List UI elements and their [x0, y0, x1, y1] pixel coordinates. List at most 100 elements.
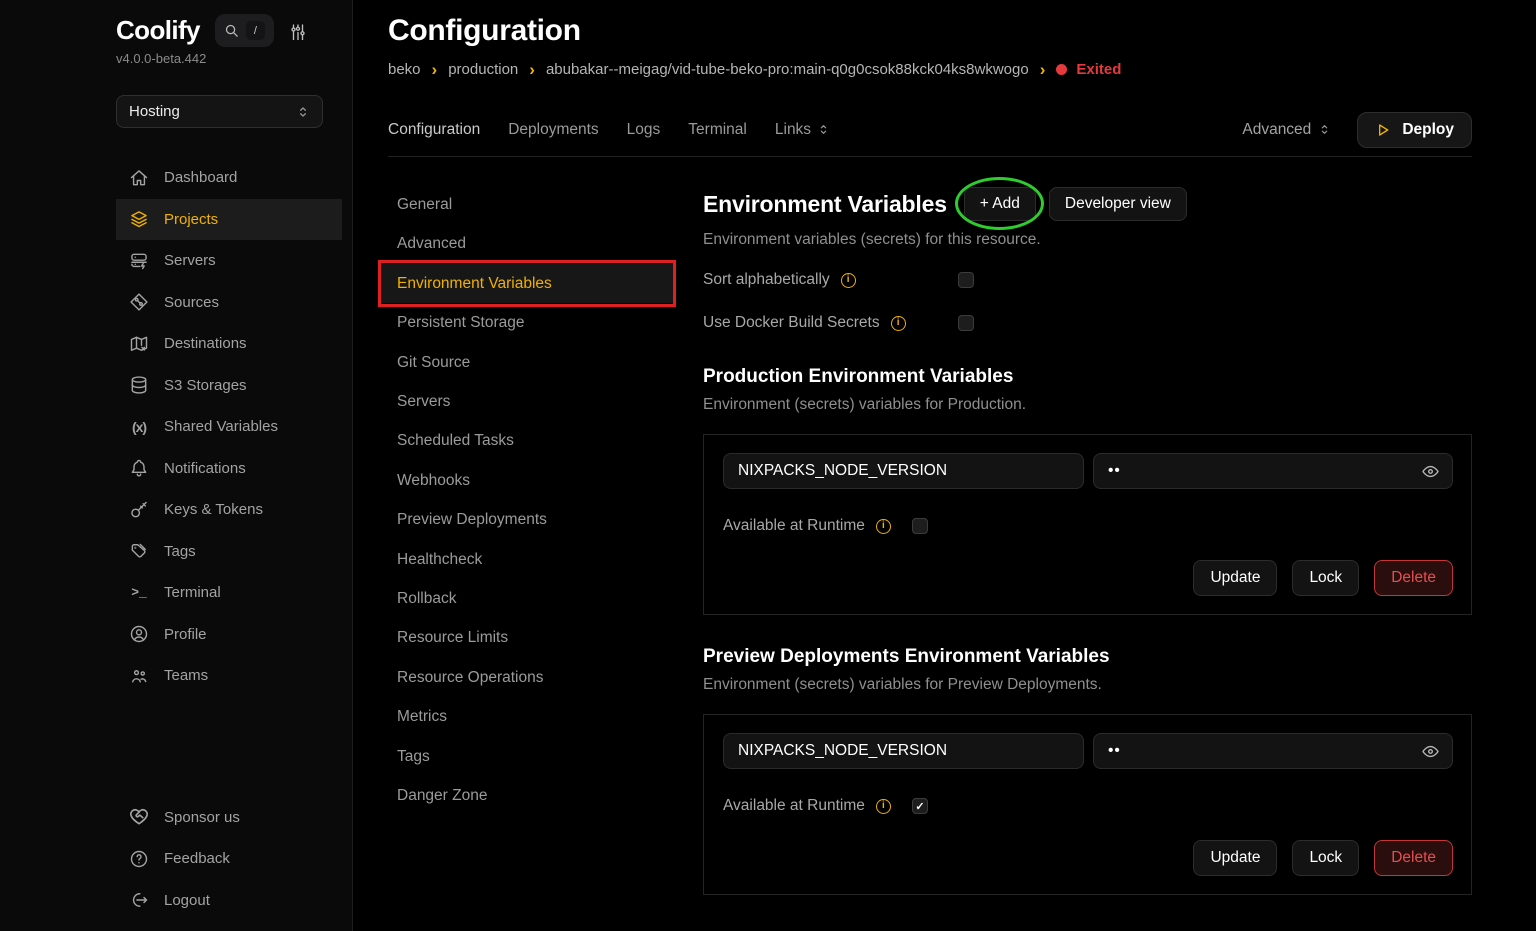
info-icon[interactable]: i	[876, 799, 891, 814]
info-icon[interactable]: i	[876, 519, 891, 534]
tab-logs[interactable]: Logs	[627, 121, 661, 139]
sidebar-item-logout[interactable]: Logout	[116, 880, 342, 922]
main-content: Configuration beko › production › abubak…	[353, 0, 1536, 931]
tab-deployments[interactable]: Deployments	[508, 121, 598, 139]
subnav-label: Advanced	[397, 235, 466, 252]
tab-links[interactable]: Links	[775, 121, 830, 139]
eye-icon	[1421, 742, 1440, 761]
settings-subnav: General Advanced Environment Variables P…	[381, 185, 673, 816]
subnav-item-metrics[interactable]: Metrics	[381, 697, 673, 736]
subnav-label: Git Source	[397, 354, 470, 371]
sidebar-item-profile[interactable]: Profile	[116, 614, 342, 656]
git-source-icon	[129, 292, 149, 312]
info-icon[interactable]: i	[841, 273, 856, 288]
variable-name-input[interactable]	[723, 453, 1084, 489]
update-button[interactable]: Update	[1193, 840, 1277, 876]
sort-alphabetically-checkbox[interactable]	[958, 272, 974, 288]
tabbar: Configuration Deployments Logs Terminal …	[388, 118, 1472, 157]
variable-value-input[interactable]	[1093, 733, 1453, 769]
sidebar-item-shared-variables[interactable]: (x) Shared Variables	[116, 406, 342, 448]
team-select[interactable]: Hosting	[116, 95, 323, 128]
sidebar-item-label: Projects	[164, 211, 218, 228]
reveal-value-button[interactable]	[1421, 733, 1440, 769]
subnav-item-persistent-storage[interactable]: Persistent Storage	[381, 303, 673, 342]
chevron-updown-icon	[817, 123, 830, 136]
sidebar-item-keys-tokens[interactable]: Keys & Tokens	[116, 489, 342, 531]
tab-terminal[interactable]: Terminal	[688, 121, 747, 139]
sidebar-item-sponsor-us[interactable]: Sponsor us	[116, 797, 342, 839]
subnav-item-servers[interactable]: Servers	[381, 382, 673, 421]
add-variable-button[interactable]: + Add	[964, 187, 1036, 221]
sidebar-item-label: Notifications	[164, 460, 246, 477]
home-icon	[129, 168, 149, 188]
subnav-item-webhooks[interactable]: Webhooks	[381, 461, 673, 500]
subnav-item-resource-operations[interactable]: Resource Operations	[381, 658, 673, 697]
subnav-item-tags[interactable]: Tags	[381, 737, 673, 776]
chevron-updown-icon	[296, 105, 310, 119]
sidebar-item-projects[interactable]: Projects	[116, 199, 342, 241]
settings-sliders-icon[interactable]	[289, 22, 307, 40]
breadcrumb-environment[interactable]: production	[448, 61, 518, 78]
play-icon	[1375, 122, 1391, 138]
sidebar-item-label: Logout	[164, 892, 210, 909]
sidebar-item-label: Tags	[164, 543, 196, 560]
terminal-icon: >_	[129, 583, 149, 603]
sidebar-item-servers[interactable]: Servers	[116, 240, 342, 282]
deploy-button-label: Deploy	[1402, 121, 1454, 139]
subnav-item-environment-variables[interactable]: Environment Variables	[381, 264, 673, 303]
lock-button[interactable]: Lock	[1292, 840, 1359, 876]
info-icon[interactable]: i	[891, 316, 906, 331]
tab-label: Terminal	[688, 121, 747, 139]
chevron-updown-icon	[1318, 123, 1331, 136]
docker-build-secrets-checkbox[interactable]	[958, 315, 974, 331]
lock-button[interactable]: Lock	[1292, 560, 1359, 596]
sidebar-item-dashboard[interactable]: Dashboard	[116, 157, 342, 199]
subnav-item-scheduled-tasks[interactable]: Scheduled Tasks	[381, 421, 673, 460]
subnav-item-danger-zone[interactable]: Danger Zone	[381, 776, 673, 815]
subnav-item-git-source[interactable]: Git Source	[381, 343, 673, 382]
sidebar-item-label: Servers	[164, 252, 216, 269]
developer-view-button[interactable]: Developer view	[1049, 187, 1187, 221]
available-at-runtime-checkbox[interactable]	[912, 518, 928, 534]
sidebar-item-terminal[interactable]: >_ Terminal	[116, 572, 342, 614]
sidebar-item-tags[interactable]: Tags	[116, 531, 342, 573]
sidebar-item-sources[interactable]: Sources	[116, 282, 342, 324]
delete-button[interactable]: Delete	[1374, 840, 1453, 876]
sidebar-item-teams[interactable]: Teams	[116, 655, 342, 697]
search-icon	[224, 23, 239, 38]
delete-button[interactable]: Delete	[1374, 560, 1453, 596]
subnav-item-preview-deployments[interactable]: Preview Deployments	[381, 500, 673, 539]
sidebar-item-destinations[interactable]: Destinations	[116, 323, 342, 365]
env-variables-title: Environment Variables	[703, 191, 947, 218]
subnav-label: Metrics	[397, 708, 447, 725]
subnav-label: Resource Operations	[397, 669, 543, 686]
available-at-runtime-checkbox[interactable]	[912, 798, 928, 814]
sidebar-item-label: Keys & Tokens	[164, 501, 263, 518]
heart-handshake-icon	[129, 807, 149, 827]
subnav-item-rollback[interactable]: Rollback	[381, 579, 673, 618]
subnav-item-advanced[interactable]: Advanced	[381, 224, 673, 263]
tab-configuration[interactable]: Configuration	[388, 121, 480, 139]
advanced-dropdown[interactable]: Advanced	[1242, 121, 1331, 139]
sidebar-item-s3-storages[interactable]: S3 Storages	[116, 365, 342, 407]
sidebar-item-feedback[interactable]: Feedback	[116, 838, 342, 880]
variable-name-input[interactable]	[723, 733, 1084, 769]
reveal-value-button[interactable]	[1421, 453, 1440, 489]
search-button[interactable]: /	[215, 14, 274, 47]
chevron-right-icon: ›	[1040, 61, 1046, 78]
eye-icon	[1421, 462, 1440, 481]
variable-value-input[interactable]	[1093, 453, 1453, 489]
subnav-item-general[interactable]: General	[381, 185, 673, 224]
sidebar-item-notifications[interactable]: Notifications	[116, 448, 342, 490]
environment-variables-panel: Environment Variables + Add Developer vi…	[703, 185, 1472, 895]
subnav-label: Environment Variables	[397, 275, 552, 292]
subnav-item-healthcheck[interactable]: Healthcheck	[381, 540, 673, 579]
subnav-item-resource-limits[interactable]: Resource Limits	[381, 618, 673, 657]
env-variable-card: Available at Runtime i Update Lock Delet…	[703, 434, 1472, 615]
update-button[interactable]: Update	[1193, 560, 1277, 596]
subnav-label: Tags	[397, 748, 430, 765]
breadcrumb-resource[interactable]: abubakar--meigag/vid-tube-beko-pro:main-…	[546, 61, 1029, 78]
deploy-button[interactable]: Deploy	[1357, 112, 1472, 148]
available-at-runtime-row: Available at Runtime i	[723, 794, 1453, 818]
breadcrumb-project[interactable]: beko	[388, 61, 421, 78]
